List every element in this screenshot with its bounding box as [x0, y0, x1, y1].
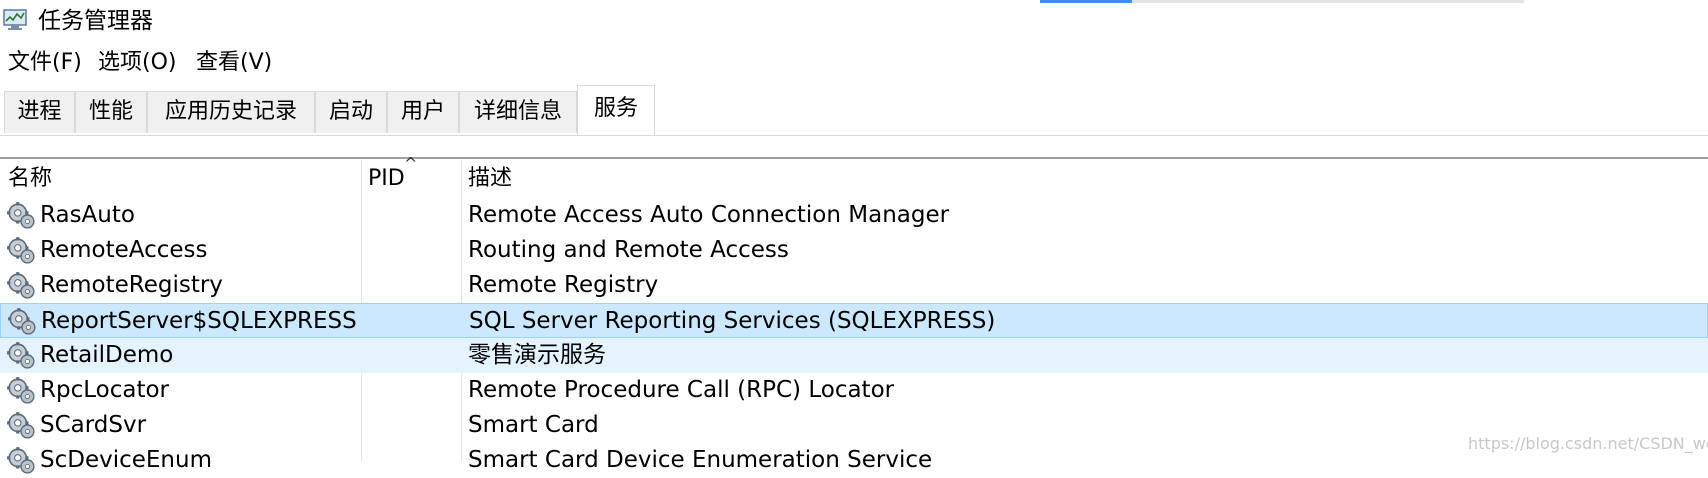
tab-app-history[interactable]: 应用历史记录	[147, 91, 315, 133]
service-description: SQL Server Reporting Services (SQLEXPRES…	[469, 308, 996, 334]
table-row[interactable]: RetailDemo 零售演示服务	[0, 338, 1708, 373]
table-row[interactable]: RemoteAccess Routing and Remote Access	[0, 233, 1708, 268]
titlebar-gray-strip	[1132, 0, 1524, 3]
table-row[interactable]: ReportServer$SQLEXPRESS SQL Server Report…	[0, 303, 1708, 338]
menu-options[interactable]: 选项(O)	[98, 46, 176, 80]
sort-caret-icon: ^	[404, 154, 418, 173]
service-name: RemoteAccess	[40, 237, 208, 263]
tab-details[interactable]: 详细信息	[459, 91, 577, 133]
column-header-row: 名称 PID 描述	[0, 162, 1708, 196]
service-gear-icon	[7, 272, 35, 299]
service-description: Smart Card	[468, 412, 599, 438]
table-row[interactable]: RpcLocator Remote Procedure Call (RPC) Lo…	[0, 373, 1708, 408]
service-description: Remote Registry	[468, 272, 659, 298]
task-manager-icon	[3, 9, 27, 30]
column-header-name[interactable]: 名称	[8, 162, 52, 196]
tab-startup[interactable]: 启动	[315, 91, 387, 133]
column-header-desc[interactable]: 描述	[468, 162, 512, 196]
service-name: RemoteRegistry	[40, 272, 223, 298]
service-description: 零售演示服务	[468, 342, 606, 368]
title-bar: 任务管理器	[0, 0, 1708, 42]
tab-users[interactable]: 用户	[387, 91, 459, 133]
titlebar-accent-strip	[1040, 0, 1132, 3]
service-description: Remote Access Auto Connection Manager	[468, 202, 950, 228]
list-top-separator	[0, 157, 1708, 159]
window-title: 任务管理器	[38, 8, 153, 34]
services-list: RasAuto Remote Access Auto Connection Man…	[0, 198, 1708, 478]
tab-strip: 进程 性能 应用历史记录 启动 用户 详细信息 服务	[0, 83, 1708, 136]
tab-performance[interactable]: 性能	[75, 91, 147, 133]
service-gear-icon	[7, 202, 35, 229]
service-name: RasAuto	[40, 202, 135, 228]
service-gear-icon	[8, 308, 36, 335]
service-gear-icon	[7, 342, 35, 369]
service-description: Routing and Remote Access	[468, 237, 789, 263]
tab-services[interactable]: 服务	[577, 85, 655, 135]
service-gear-icon	[7, 447, 35, 474]
table-row[interactable]: RemoteRegistry Remote Registry	[0, 268, 1708, 303]
table-row[interactable]: RasAuto Remote Access Auto Connection Man…	[0, 198, 1708, 233]
watermark: https://blog.csdn.net/CSDN_wcy	[1468, 434, 1708, 453]
service-name: RpcLocator	[40, 377, 169, 403]
service-name: RetailDemo	[40, 342, 174, 368]
tab-processes[interactable]: 进程	[4, 91, 75, 133]
service-description: Remote Procedure Call (RPC) Locator	[468, 377, 895, 403]
table-row[interactable]: SCardSvr Smart Card	[0, 408, 1708, 443]
menu-view[interactable]: 查看(V)	[196, 46, 272, 80]
service-gear-icon	[7, 237, 35, 264]
column-header-pid[interactable]: PID	[368, 162, 405, 196]
service-name: SCardSvr	[40, 412, 147, 438]
menu-file[interactable]: 文件(F)	[8, 46, 82, 80]
service-gear-icon	[7, 412, 35, 439]
service-gear-icon	[7, 377, 35, 404]
service-name: ReportServer$SQLEXPRESS	[41, 308, 357, 334]
